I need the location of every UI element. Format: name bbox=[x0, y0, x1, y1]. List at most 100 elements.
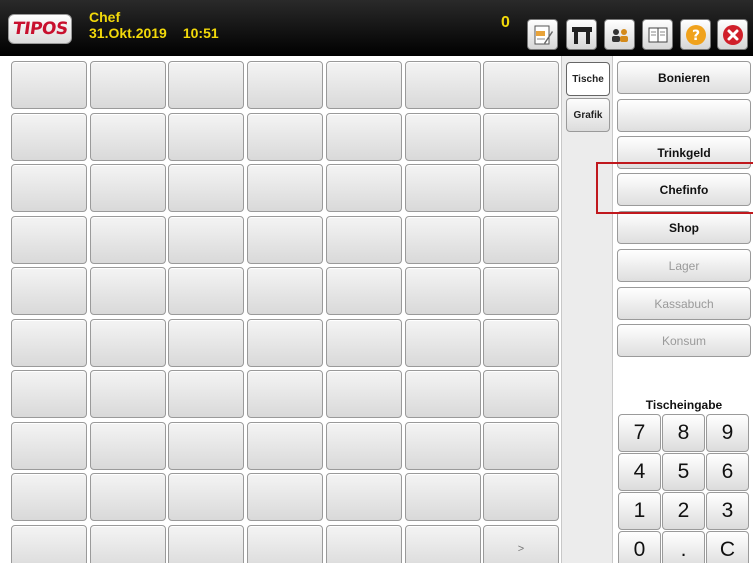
table-cell[interactable] bbox=[168, 164, 244, 212]
key-0[interactable]: 0 bbox=[618, 531, 661, 563]
table-cell[interactable] bbox=[247, 61, 323, 109]
table-cell[interactable] bbox=[326, 473, 402, 521]
table-cell[interactable] bbox=[483, 370, 559, 418]
table-cell[interactable] bbox=[90, 164, 166, 212]
table-cell[interactable] bbox=[483, 216, 559, 264]
table-cell[interactable] bbox=[483, 422, 559, 470]
date-time: 31.Okt.2019 10:51 bbox=[89, 25, 219, 41]
key-1[interactable]: 1 bbox=[618, 492, 661, 530]
table-cell[interactable] bbox=[247, 164, 323, 212]
table-cell[interactable] bbox=[11, 113, 87, 161]
tipos-logo: TIPOS bbox=[8, 14, 72, 44]
table-cell[interactable] bbox=[483, 113, 559, 161]
table-cell[interactable] bbox=[405, 164, 481, 212]
tab-tische[interactable]: Tische bbox=[566, 62, 610, 96]
table-cell[interactable] bbox=[405, 370, 481, 418]
key-clear[interactable]: C bbox=[706, 531, 749, 563]
table-cell[interactable] bbox=[483, 164, 559, 212]
table-cell[interactable] bbox=[11, 422, 87, 470]
table-cell[interactable] bbox=[483, 319, 559, 367]
table-cell[interactable] bbox=[90, 61, 166, 109]
table-cell[interactable] bbox=[326, 422, 402, 470]
table-cell[interactable] bbox=[90, 216, 166, 264]
table-cell[interactable] bbox=[326, 525, 402, 563]
chefinfo-button[interactable]: Chefinfo bbox=[617, 173, 751, 206]
table-cell[interactable] bbox=[326, 267, 402, 315]
table-cell[interactable] bbox=[168, 525, 244, 563]
table-cell[interactable] bbox=[405, 319, 481, 367]
table-cell[interactable] bbox=[247, 422, 323, 470]
table-cell[interactable] bbox=[168, 473, 244, 521]
table-cell[interactable] bbox=[168, 216, 244, 264]
table-cell[interactable] bbox=[90, 319, 166, 367]
table-cell[interactable] bbox=[483, 473, 559, 521]
table-cell[interactable] bbox=[11, 473, 87, 521]
kassabuch-button[interactable]: Kassabuch bbox=[617, 287, 751, 320]
table-cell[interactable] bbox=[90, 422, 166, 470]
table-cell[interactable] bbox=[326, 370, 402, 418]
table-cell[interactable] bbox=[326, 113, 402, 161]
key-dot[interactable]: . bbox=[662, 531, 705, 563]
key-7[interactable]: 7 bbox=[618, 414, 661, 452]
table-cell[interactable] bbox=[11, 216, 87, 264]
bonieren-button[interactable]: Bonieren bbox=[617, 61, 751, 94]
table-cell[interactable] bbox=[247, 473, 323, 521]
table-cell[interactable] bbox=[11, 164, 87, 212]
table-cell[interactable] bbox=[168, 422, 244, 470]
table-cell[interactable] bbox=[90, 525, 166, 563]
table-cell[interactable] bbox=[405, 422, 481, 470]
table-cell[interactable] bbox=[483, 61, 559, 109]
tables-button[interactable] bbox=[566, 19, 597, 50]
table-cell[interactable] bbox=[168, 267, 244, 315]
key-9[interactable]: 9 bbox=[706, 414, 749, 452]
table-cell[interactable] bbox=[90, 267, 166, 315]
table-cell[interactable] bbox=[11, 267, 87, 315]
key-8[interactable]: 8 bbox=[662, 414, 705, 452]
table-cell[interactable] bbox=[90, 370, 166, 418]
next-page-button[interactable]: > bbox=[483, 525, 559, 563]
table-cell[interactable] bbox=[326, 319, 402, 367]
table-cell[interactable] bbox=[405, 113, 481, 161]
table-cell[interactable] bbox=[483, 267, 559, 315]
key-3[interactable]: 3 bbox=[706, 492, 749, 530]
table-cell[interactable] bbox=[90, 113, 166, 161]
table-cell[interactable] bbox=[326, 164, 402, 212]
table-cell[interactable] bbox=[405, 267, 481, 315]
book-button[interactable] bbox=[642, 19, 673, 50]
lager-button[interactable]: Lager bbox=[617, 249, 751, 282]
table-cell[interactable] bbox=[168, 319, 244, 367]
table-cell[interactable] bbox=[90, 473, 166, 521]
table-cell[interactable] bbox=[168, 61, 244, 109]
table-cell[interactable] bbox=[247, 319, 323, 367]
table-cell[interactable] bbox=[326, 216, 402, 264]
key-2[interactable]: 2 bbox=[662, 492, 705, 530]
table-cell[interactable] bbox=[11, 61, 87, 109]
table-cell[interactable] bbox=[405, 61, 481, 109]
key-5[interactable]: 5 bbox=[662, 453, 705, 491]
table-cell[interactable] bbox=[326, 61, 402, 109]
table-cell[interactable] bbox=[11, 525, 87, 563]
key-4[interactable]: 4 bbox=[618, 453, 661, 491]
table-cell[interactable] bbox=[247, 370, 323, 418]
users-button[interactable] bbox=[604, 19, 635, 50]
table-cell[interactable] bbox=[405, 473, 481, 521]
table-cell[interactable] bbox=[11, 370, 87, 418]
table-cell[interactable] bbox=[247, 216, 323, 264]
table-cell[interactable] bbox=[11, 319, 87, 367]
key-6[interactable]: 6 bbox=[706, 453, 749, 491]
notes-button[interactable] bbox=[527, 19, 558, 50]
help-button[interactable]: ? bbox=[680, 19, 711, 50]
table-cell[interactable] bbox=[247, 267, 323, 315]
tab-grafik[interactable]: Grafik bbox=[566, 98, 610, 132]
table-cell[interactable] bbox=[405, 216, 481, 264]
table-cell[interactable] bbox=[247, 113, 323, 161]
table-cell[interactable] bbox=[168, 370, 244, 418]
table-cell[interactable] bbox=[247, 525, 323, 563]
konsum-button[interactable]: Konsum bbox=[617, 324, 751, 357]
shop-button[interactable]: Shop bbox=[617, 211, 751, 244]
table-cell[interactable] bbox=[405, 525, 481, 563]
blank-button[interactable] bbox=[617, 99, 751, 132]
table-cell[interactable] bbox=[168, 113, 244, 161]
trinkgeld-button[interactable]: Trinkgeld bbox=[617, 136, 751, 169]
exit-button[interactable] bbox=[717, 19, 748, 50]
